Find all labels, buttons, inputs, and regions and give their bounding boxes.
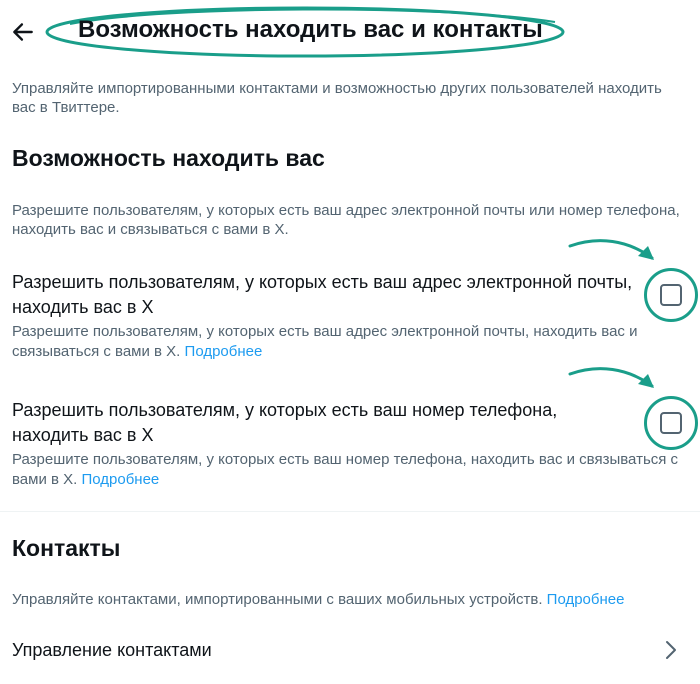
contacts-heading: Контакты [12, 535, 121, 561]
learn-more-link[interactable]: Подробнее [81, 471, 159, 488]
learn-more-link[interactable]: Подробнее [185, 343, 263, 360]
page-header: Возможность находить вас и контакты [0, 0, 700, 64]
email-option-title: Разрешить пользователям, у которых есть … [12, 272, 633, 317]
contacts-description: Управляйте контактами, импортированными … [12, 591, 625, 608]
discoverability-description: Разрешите пользователям, у которых есть … [12, 202, 680, 238]
arrow-left-icon[interactable] [10, 19, 36, 45]
highlight-circle [644, 268, 698, 322]
page-title: Возможность находить вас и контакты [78, 16, 543, 43]
manage-contacts-row[interactable]: Управление контактами [0, 628, 700, 672]
learn-more-link[interactable]: Подробнее [547, 591, 625, 608]
phone-option-title: Разрешить пользователям, у которых есть … [12, 400, 558, 445]
email-discoverability-checkbox[interactable] [660, 284, 682, 306]
chevron-right-icon [666, 641, 676, 659]
section-divider [0, 511, 700, 512]
email-option-description: Разрешите пользователям, у которых есть … [12, 323, 638, 360]
manage-contacts-label: Управление контактами [12, 640, 212, 660]
highlight-circle [644, 396, 698, 450]
curved-arrow-icon [568, 239, 654, 260]
phone-option-description: Разрешите пользователям, у которых есть … [12, 451, 679, 488]
intro-text: Управляйте импортированными контактами и… [12, 80, 662, 116]
curved-arrow-icon [568, 367, 654, 388]
phone-discoverability-checkbox[interactable] [660, 412, 682, 434]
discoverability-heading: Возможность находить вас [12, 145, 325, 171]
